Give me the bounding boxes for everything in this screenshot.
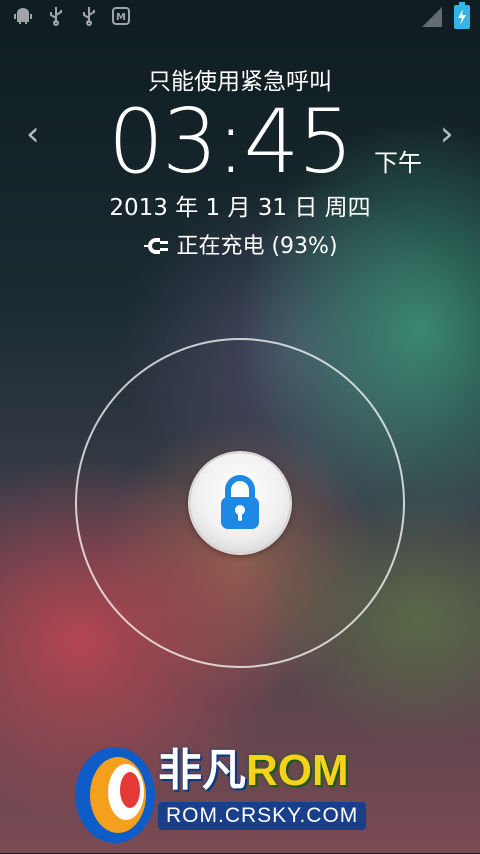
- brand-url: ROM.CRSKY.COM: [158, 802, 367, 830]
- usb-icon: [79, 6, 99, 26]
- unlock-handle[interactable]: [190, 453, 290, 553]
- prev-widget-arrow[interactable]: ‹: [26, 114, 40, 154]
- brand-name-rom: ROM: [246, 746, 349, 795]
- clock-ampm: 下午: [374, 149, 422, 177]
- clock-time: 03:45: [108, 90, 354, 193]
- brand-name-cn: 非凡: [158, 746, 246, 795]
- battery-charging-icon: [454, 2, 470, 29]
- charging-status: 正在充电 (93%): [0, 228, 480, 262]
- signal-icon: [422, 7, 442, 27]
- plug-icon: [142, 236, 170, 262]
- usb-icon: [46, 6, 66, 26]
- android-debug-icon: [13, 6, 33, 26]
- charging-text: 正在充电 (93%): [176, 234, 338, 259]
- watermark: 非凡ROM ROM.CRSKY.COM: [70, 740, 410, 850]
- next-widget-arrow[interactable]: ›: [440, 114, 454, 154]
- brand-logo-icon: [70, 740, 160, 854]
- svg-text:M: M: [116, 12, 126, 23]
- date-label: 2013 年 1 月 31 日 周四: [109, 195, 371, 221]
- brand-name: 非凡ROM: [158, 746, 349, 796]
- app-notification-icon: M: [111, 6, 131, 26]
- status-bar: M: [0, 0, 480, 33]
